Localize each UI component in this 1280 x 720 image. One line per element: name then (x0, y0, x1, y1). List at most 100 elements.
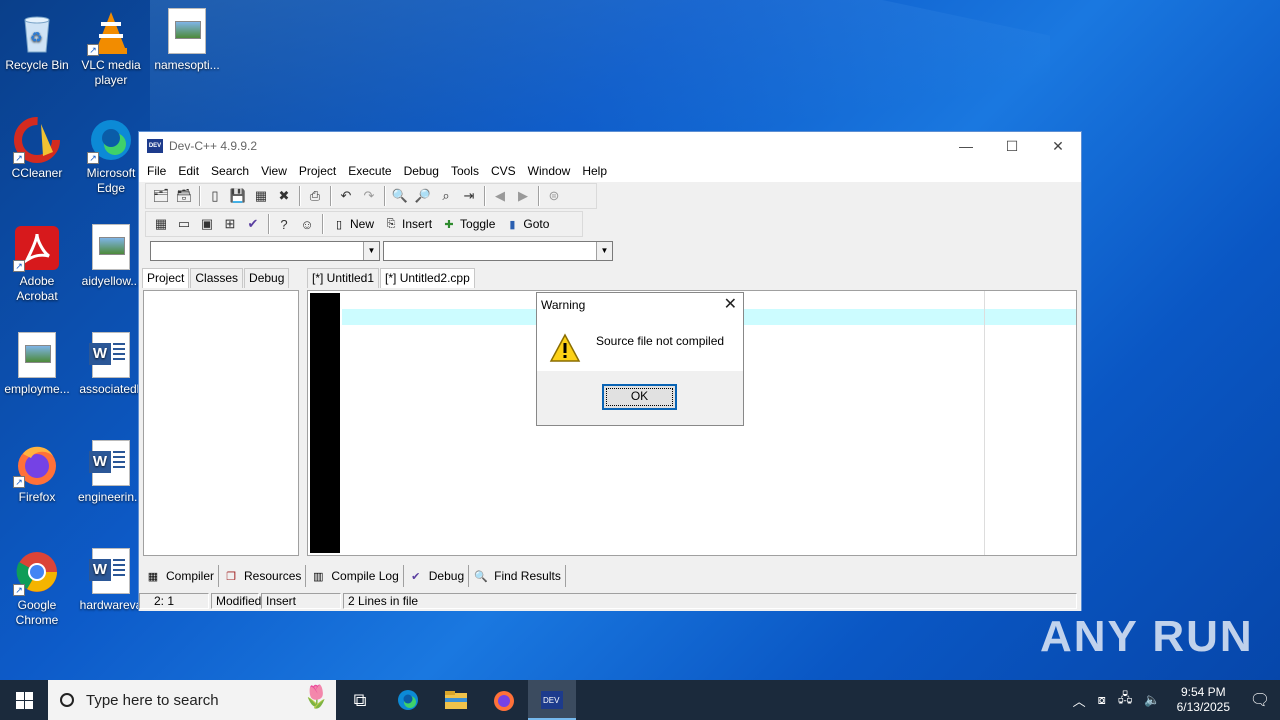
desktop-icon-chrome[interactable]: ↗ Google Chrome (0, 548, 74, 628)
dialog-close-icon[interactable]: ✕ (724, 293, 737, 317)
dialog-body: Source file not compiled (537, 317, 743, 371)
chevron-up-icon[interactable]: ︿ (1067, 691, 1092, 710)
undo-icon[interactable]: ↶ (335, 185, 357, 207)
clock[interactable]: 9:54 PM 6/13/2025 (1167, 685, 1240, 715)
search-icon (60, 693, 74, 707)
toolbar-separator (199, 186, 201, 206)
desktop-icon-label: CCleaner (11, 166, 63, 180)
new-button[interactable]: ▯ New (327, 213, 379, 235)
task-view-icon[interactable]: ⧉ (336, 680, 384, 720)
desktop-icon-employme[interactable]: employme... (0, 332, 74, 397)
menu-cvs[interactable]: CVS (485, 164, 522, 178)
desktop-icon-associatedk[interactable]: W associatedk (74, 332, 148, 397)
menu-view[interactable]: View (255, 164, 293, 178)
firefox-icon[interactable] (480, 680, 528, 720)
notification-icon[interactable]: 🗨 (1240, 690, 1280, 710)
menu-edit[interactable]: Edit (172, 164, 205, 178)
save-all-icon[interactable]: ▦ (250, 185, 272, 207)
menu-debug[interactable]: Debug (398, 164, 445, 178)
ok-button[interactable]: OK (602, 384, 677, 410)
class-combo[interactable]: ▼ (150, 241, 380, 261)
help-icon[interactable]: ? (273, 213, 295, 235)
forward-icon[interactable]: ▶ (512, 185, 534, 207)
print-icon[interactable]: ⎙ (304, 185, 326, 207)
find-next-icon[interactable]: ⌕ (435, 185, 457, 207)
desktop-icon-edge[interactable]: ↗ Microsoft Edge (74, 116, 148, 196)
desktop-icon-label: Adobe Acrobat (16, 274, 58, 303)
tab-debug-output[interactable]: ✔ Debug (404, 565, 470, 587)
new-file-icon[interactable]: ▯ (204, 185, 226, 207)
menu-tools[interactable]: Tools (445, 164, 485, 178)
back-icon[interactable]: ◀ (489, 185, 511, 207)
tab-project[interactable]: Project (142, 268, 190, 288)
devcpp-icon[interactable]: DEV (528, 680, 576, 720)
desktop-icon-label: Firefox (18, 490, 56, 504)
menu-project[interactable]: Project (293, 164, 342, 178)
compile-icon[interactable]: ▦ (150, 213, 172, 235)
tab-compiler[interactable]: ▦ Compiler (141, 565, 220, 587)
start-button[interactable] (0, 680, 48, 720)
menu-file[interactable]: File (141, 164, 172, 178)
close-project-icon[interactable]: 🗃 (173, 185, 195, 207)
redo-icon[interactable]: ↷ (358, 185, 380, 207)
compile-disabled-icon[interactable]: ⊜ (543, 185, 565, 207)
desktop-icon-acrobat[interactable]: ↗ Adobe Acrobat (0, 224, 74, 304)
goto-button[interactable]: ▮ Goto (500, 213, 554, 235)
menu-window[interactable]: Window (522, 164, 577, 178)
tab-resources[interactable]: ❐ Resources (219, 565, 307, 587)
tab-untitled2[interactable]: [*] Untitled2.cpp (380, 268, 475, 288)
chevron-down-icon[interactable]: ▼ (363, 242, 379, 260)
tab-untitled1[interactable]: [*] Untitled1 (307, 268, 380, 288)
network-icon[interactable]: 🖧 (1112, 689, 1139, 711)
file-explorer-icon[interactable] (432, 680, 480, 720)
desktop-icon-hardwareva[interactable]: W hardwareva (74, 548, 148, 613)
desktop-icon-firefox[interactable]: ↗ Firefox (0, 440, 74, 505)
dialog-titlebar[interactable]: Warning ✕ (537, 293, 743, 317)
toolbar-separator (299, 186, 301, 206)
tab-classes[interactable]: Classes (190, 268, 244, 288)
volume-icon[interactable]: 🔈 (1138, 692, 1166, 708)
tab-find-results[interactable]: 🔍 Find Results (469, 565, 566, 587)
replace-icon[interactable]: 🔎 (412, 185, 434, 207)
maximize-button[interactable]: ☐ (989, 132, 1035, 160)
member-combo[interactable]: ▼ (383, 241, 613, 261)
run-icon[interactable]: ▭ (173, 213, 195, 235)
edge-icon[interactable] (384, 680, 432, 720)
desktop-icon-engineerin[interactable]: W engineerin... (74, 440, 148, 505)
debug-check-icon[interactable]: ✔ (242, 213, 264, 235)
search-placeholder: Type here to search (86, 691, 219, 709)
word-doc-icon: W (87, 332, 135, 380)
desktop-icon-vlc[interactable]: ↗ VLC media player (74, 8, 148, 88)
ccleaner-icon: ↗ (13, 116, 61, 164)
insert-button[interactable]: ⎘ Insert (379, 213, 437, 235)
desktop-icon-aidyellow[interactable]: aidyellow... (74, 224, 148, 289)
open-project-icon[interactable]: 🗂 (150, 185, 172, 207)
compile-run-icon[interactable]: ▣ (196, 213, 218, 235)
about-icon[interactable]: ☺ (296, 213, 318, 235)
taskbar-search-box[interactable]: Type here to search 🌷 (48, 680, 336, 720)
project-tree-panel[interactable] (143, 290, 299, 556)
minimize-button[interactable]: — (943, 132, 989, 160)
tab-compile-log[interactable]: ▥ Compile Log (306, 565, 404, 587)
desktop-icon-ccleaner[interactable]: ↗ CCleaner (0, 116, 74, 181)
close-file-icon[interactable]: ✖ (273, 185, 295, 207)
watermark-logo: ANY RUN (1040, 612, 1254, 661)
goto-line-icon[interactable]: ⇥ (458, 185, 480, 207)
chevron-down-icon[interactable]: ▼ (596, 242, 612, 260)
tab-debug[interactable]: Debug (244, 268, 290, 288)
menu-execute[interactable]: Execute (342, 164, 397, 178)
desktop-icon-recycle-bin[interactable]: ♻ Recycle Bin (0, 8, 74, 73)
close-button[interactable]: ✕ (1035, 132, 1081, 160)
find-icon[interactable]: 🔍 (389, 185, 411, 207)
toggle-button[interactable]: ✚ Toggle (437, 213, 500, 235)
line-count-status: 2 Lines in file (343, 593, 1077, 609)
menu-help[interactable]: Help (576, 164, 613, 178)
menu-search[interactable]: Search (205, 164, 255, 178)
goto-button-label: Goto (523, 217, 550, 231)
toolbar-separator (484, 186, 486, 206)
meet-now-icon[interactable]: ⧇ (1092, 692, 1112, 708)
save-icon[interactable]: 💾 (227, 185, 249, 207)
window-titlebar[interactable]: DEV Dev-C++ 4.9.9.2 — ☐ ✕ (139, 132, 1081, 160)
rebuild-icon[interactable]: ⊞ (219, 213, 241, 235)
desktop-icon-namesopti[interactable]: namesopti... (150, 8, 224, 73)
